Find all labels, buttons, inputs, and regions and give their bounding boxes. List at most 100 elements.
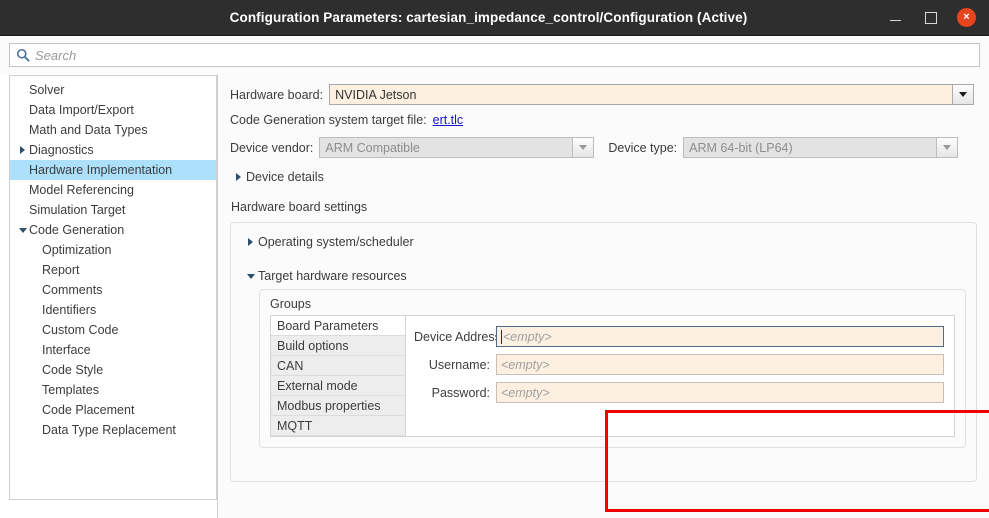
group-item-label: External mode (277, 379, 358, 393)
sidebar-item-data-type-replacement[interactable]: Data Type Replacement (10, 420, 216, 440)
sidebar-item-label: Custom Code (42, 323, 118, 337)
sidebar-item-math-and-data-types[interactable]: Math and Data Types (10, 120, 216, 140)
sidebar-item-label: Report (42, 263, 80, 277)
sidebar-item-custom-code[interactable]: Custom Code (10, 320, 216, 340)
sidebar-item-label: Model Referencing (29, 183, 134, 197)
hardware-board-value: NVIDIA Jetson (330, 85, 952, 104)
minimize-button[interactable] (887, 9, 904, 26)
group-item-label: Modbus properties (277, 399, 381, 413)
group-item-build-options[interactable]: Build options (271, 336, 405, 356)
search-icon (16, 48, 30, 62)
system-target-file-row: Code Generation system target file: ert.… (230, 113, 980, 127)
triangle-right-icon[interactable] (16, 146, 29, 154)
sidebar-item-label: Templates (42, 383, 99, 397)
sidebar-item-label: Solver (29, 83, 64, 97)
group-item-mqtt[interactable]: MQTT (271, 416, 405, 436)
username-input[interactable]: <empty> (496, 354, 944, 375)
sidebar-item-label: Data Import/Export (29, 103, 134, 117)
group-item-label: Board Parameters (277, 319, 378, 333)
sidebar-item-solver[interactable]: Solver (10, 80, 216, 100)
device-vendor-select[interactable]: ARM Compatible (319, 137, 594, 158)
device-address-placeholder: <empty> (503, 330, 552, 344)
device-vendor-value: ARM Compatible (320, 138, 572, 157)
password-placeholder: <empty> (501, 386, 550, 400)
sidebar-item-diagnostics[interactable]: Diagnostics (10, 140, 216, 160)
chevron-down-icon[interactable] (952, 85, 973, 104)
maximize-button[interactable] (922, 9, 939, 26)
window-controls: × (887, 8, 989, 27)
username-placeholder: <empty> (501, 358, 550, 372)
device-type-select[interactable]: ARM 64-bit (LP64) (683, 137, 958, 158)
password-input[interactable]: <empty> (496, 382, 944, 403)
username-row: Username:<empty> (414, 354, 944, 375)
password-row: Password:<empty> (414, 382, 944, 403)
sidebar-item-label: Interface (42, 343, 91, 357)
sidebar-item-label: Code Style (42, 363, 103, 377)
sidebar-item-report[interactable]: Report (10, 260, 216, 280)
sidebar-item-label: Comments (42, 283, 102, 297)
sidebar-item-label: Optimization (42, 243, 111, 257)
sidebar-item-data-import-export[interactable]: Data Import/Export (10, 100, 216, 120)
sidebar-item-label: Hardware Implementation (29, 163, 172, 177)
device-type-label: Device type: (608, 141, 677, 155)
target-hardware-resources-label: Target hardware resources (258, 269, 407, 283)
board-parameters-form: Device Address:<empty>Username:<empty>Pa… (405, 315, 955, 437)
device-address-label: Device Address: (414, 330, 490, 344)
sidebar-item-comments[interactable]: Comments (10, 280, 216, 300)
main-body: Solver Data Import/Export Math and Data Ty… (0, 74, 989, 518)
triangle-right-icon (231, 173, 246, 181)
group-item-board-parameters[interactable]: Board Parameters (271, 316, 405, 336)
device-vendor-label: Device vendor: (230, 141, 313, 155)
device-address-input[interactable]: <empty> (496, 326, 944, 347)
group-item-modbus-properties[interactable]: Modbus properties (271, 396, 405, 416)
search-placeholder: Search (35, 48, 76, 63)
hardware-board-settings-label: Hardware board settings (231, 200, 980, 214)
group-item-can[interactable]: CAN (271, 356, 405, 376)
sidebar-item-label: Simulation Target (29, 203, 125, 217)
system-target-file-label: Code Generation system target file: (230, 113, 427, 127)
sidebar-item-code-placement[interactable]: Code Placement (10, 400, 216, 420)
hardware-board-label: Hardware board: (230, 88, 323, 102)
system-target-file-link[interactable]: ert.tlc (433, 113, 464, 127)
target-hardware-resources-disclosure[interactable]: Target hardware resources (243, 269, 966, 283)
sidebar-item-hardware-implementation[interactable]: Hardware Implementation (10, 160, 216, 180)
sidebar-item-simulation-target[interactable]: Simulation Target (10, 200, 216, 220)
window-titlebar: Configuration Parameters: cartesian_impe… (0, 0, 989, 36)
text-cursor (501, 330, 502, 344)
chevron-down-icon[interactable] (936, 138, 957, 157)
device-details-label: Device details (246, 170, 324, 184)
device-details-disclosure[interactable]: Device details (231, 170, 980, 184)
operating-system-disclosure[interactable]: Operating system/scheduler (243, 235, 966, 249)
sidebar-item-identifiers[interactable]: Identifiers (10, 300, 216, 320)
sidebar-item-label: Math and Data Types (29, 123, 148, 137)
search-input[interactable]: Search (9, 43, 980, 67)
sidebar-item-code-generation[interactable]: Code Generation (10, 220, 216, 240)
hardware-board-row: Hardware board: NVIDIA Jetson (230, 84, 980, 105)
sidebar-item-code-style[interactable]: Code Style (10, 360, 216, 380)
group-list[interactable]: Board Parameters Build options CAN External… (270, 315, 405, 437)
groups-title: Groups (270, 297, 955, 311)
group-item-label: MQTT (277, 419, 312, 433)
group-item-label: CAN (277, 359, 303, 373)
sidebar-item-label: Diagnostics (29, 143, 94, 157)
triangle-down-icon (243, 274, 258, 279)
sidebar-item-label: Code Placement (42, 403, 134, 417)
close-button[interactable]: × (957, 8, 976, 27)
settings-tree[interactable]: Solver Data Import/Export Math and Data Ty… (9, 75, 217, 500)
hardware-board-select[interactable]: NVIDIA Jetson (329, 84, 974, 105)
settings-pane: Hardware board: NVIDIA Jetson Code Gener… (217, 74, 989, 518)
device-address-row: Device Address: <empty> (414, 326, 944, 347)
operating-system-label: Operating system/scheduler (258, 235, 414, 249)
sidebar-item-label: Identifiers (42, 303, 96, 317)
sidebar-item-interface[interactable]: Interface (10, 340, 216, 360)
sidebar-item-label: Code Generation (29, 223, 124, 237)
group-item-label: Build options (277, 339, 349, 353)
sidebar-item-optimization[interactable]: Optimization (10, 240, 216, 260)
sidebar-item-model-referencing[interactable]: Model Referencing (10, 180, 216, 200)
triangle-down-icon[interactable] (16, 228, 29, 233)
groups-panel: Groups Board Parameters Build options CAN E… (259, 289, 966, 448)
sidebar-item-templates[interactable]: Templates (10, 380, 216, 400)
group-item-external-mode[interactable]: External mode (271, 376, 405, 396)
search-toolbar: Search (0, 36, 989, 74)
chevron-down-icon[interactable] (572, 138, 593, 157)
